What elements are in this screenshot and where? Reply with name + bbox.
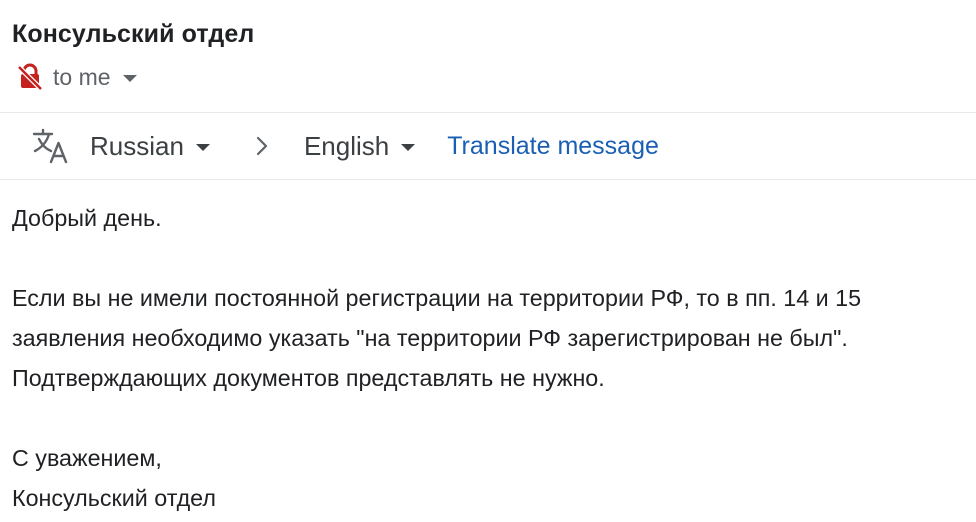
target-language-dropdown[interactable]: English xyxy=(303,130,416,162)
closing: С уважением, xyxy=(12,445,162,471)
recipient-row: to me xyxy=(16,62,137,92)
chevron-right-icon xyxy=(256,136,268,156)
translate-message-link[interactable]: Translate message xyxy=(447,132,659,161)
translate-bar: Russian English Translate message xyxy=(32,124,659,168)
body-line: Подтверждающих документов представлять н… xyxy=(12,365,605,391)
caret-down-icon xyxy=(195,144,210,151)
body-line: заявления необходимо указать "на террито… xyxy=(12,325,848,351)
greeting: Добрый день. xyxy=(12,205,162,231)
unencrypted-lock-icon[interactable] xyxy=(16,63,44,91)
source-language-dropdown[interactable]: Russian xyxy=(90,131,210,162)
translate-icon xyxy=(32,128,68,164)
message-body: Добрый день. Если вы не имели постоянной… xyxy=(12,198,972,518)
body-line: Если вы не имели постоянной регистрации … xyxy=(12,285,862,311)
translate-bar-divider xyxy=(0,179,976,180)
caret-down-icon xyxy=(401,144,416,151)
signature: Консульский отдел xyxy=(12,485,216,511)
header-divider xyxy=(0,112,976,113)
recipient-label[interactable]: to me xyxy=(53,64,111,91)
recipient-details-caret-icon[interactable] xyxy=(122,74,137,82)
source-language-label: Russian xyxy=(90,130,184,161)
target-language-label: English xyxy=(303,130,390,161)
sender-name: Консульский отдел xyxy=(12,20,255,48)
